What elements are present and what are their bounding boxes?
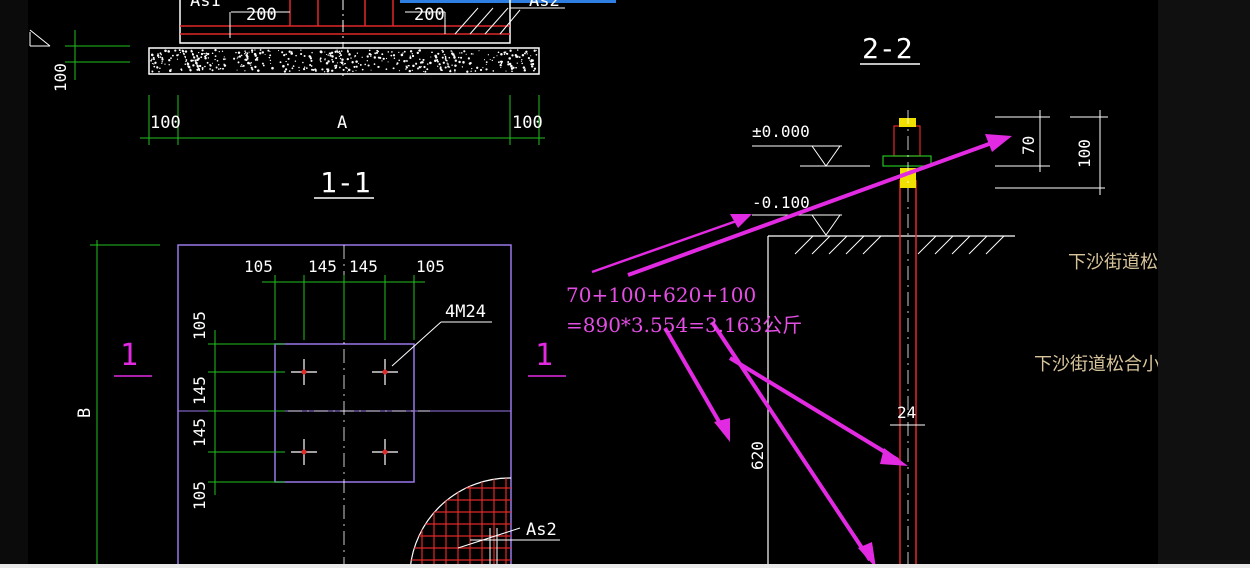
section-2-2: 2-2 ±0.000 -0.100 70 100 620 24 (748, 32, 1108, 568)
level-top: ±0.000 (752, 122, 810, 141)
top-dim-200-right: 200 (414, 5, 445, 25)
plan-top-dim-105-b: 105 (416, 257, 445, 276)
right-panel[interactable] (1158, 0, 1250, 568)
section-mark-left: 1 (120, 338, 138, 373)
level-bottom: -0.100 (752, 193, 810, 212)
section-1-1-dims: 100 A 100 1-1 (140, 95, 545, 199)
label-as2-top: As2 (529, 0, 560, 11)
rebar-detail (410, 477, 511, 568)
top-section: 200 200 As1 As2 100 (29, 0, 565, 92)
plan-side-dim-105-a: 105 (190, 311, 209, 340)
status-strip (0, 564, 1250, 568)
top-dim-200-left: 200 (246, 5, 277, 25)
label-as2-plan: As2 (526, 520, 557, 540)
dim-70: 70 (1019, 136, 1038, 155)
plan-side-dim-145-b: 145 (190, 418, 209, 447)
section-title-2-2: 2-2 (862, 32, 913, 65)
calc-line-1: 70+100+620+100 (566, 283, 756, 307)
dim-620: 620 (748, 441, 767, 470)
dim-B: B (75, 408, 95, 418)
plan-side-dim-145-a: 145 (190, 376, 209, 405)
drawing-canvas[interactable]: 200 200 As1 As2 100 100 A 100 1-1 4M24 1… (0, 0, 1250, 568)
cad-viewport[interactable]: 200 200 As1 As2 100 100 A 100 1-1 4M24 1… (0, 0, 1250, 568)
dim-left-100: 100 (51, 63, 70, 92)
plan-top-dim-145-b: 145 (349, 257, 378, 276)
plan-view: 4M24 105 145 145 105 105 145 145 105 B 1… (75, 240, 566, 568)
calc-line-2: =890*3.554=3.163公斤 (566, 313, 802, 337)
dim-bottom-100-left: 100 (150, 113, 181, 133)
dim-bottom-A: A (337, 113, 347, 133)
plan-top-dim-105-a: 105 (244, 257, 273, 276)
dim-bottom-100-right: 100 (512, 113, 543, 133)
section-title-1-1: 1-1 (320, 166, 371, 199)
dim-100-right: 100 (1075, 139, 1094, 168)
plan-top-dim-145-a: 145 (308, 257, 337, 276)
label-as1: As1 (190, 0, 221, 11)
section-mark-right: 1 (535, 338, 553, 373)
plan-side-dim-105-b: 105 (190, 481, 209, 510)
bolt-label-4m24: 4M24 (445, 302, 486, 322)
dim-24: 24 (897, 403, 916, 422)
